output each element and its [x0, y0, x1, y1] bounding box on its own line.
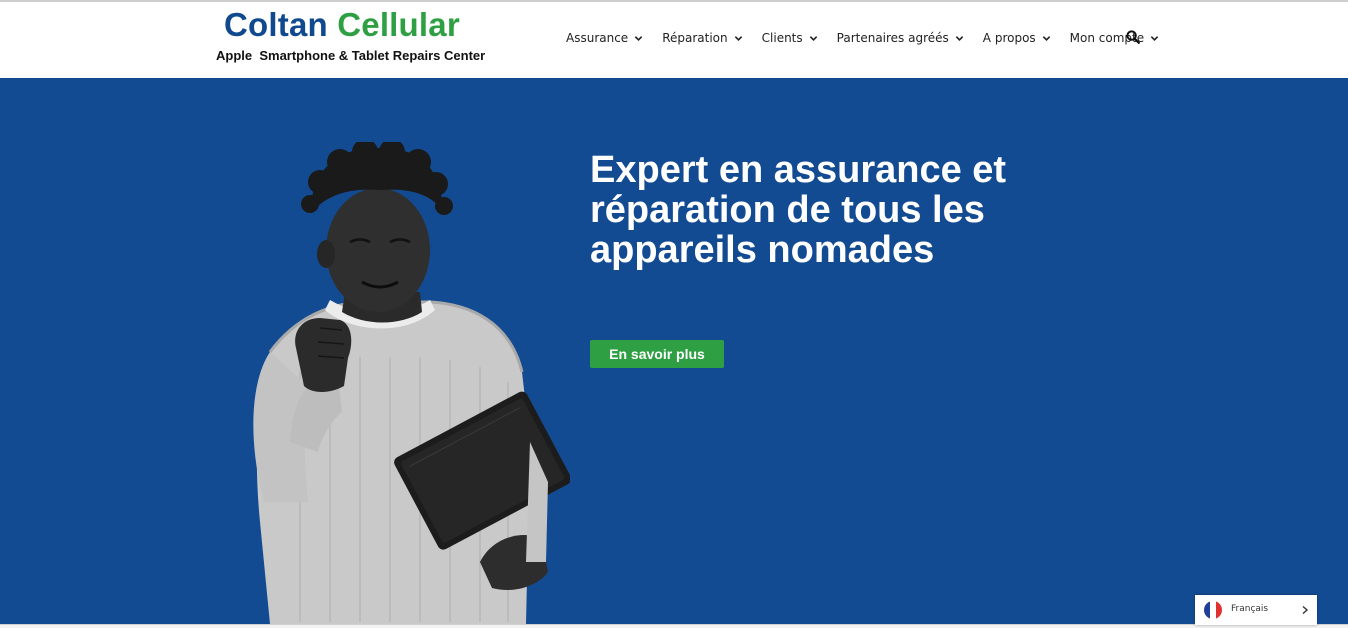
france-flag-icon — [1204, 601, 1222, 619]
chevron-down-icon — [955, 35, 964, 41]
logo-title-word1: Coltan — [224, 6, 328, 43]
nav-item-a-propos[interactable]: A propos — [983, 31, 1051, 45]
learn-more-button[interactable]: En savoir plus — [590, 340, 724, 368]
nav-item-label: Assurance — [566, 31, 629, 45]
language-label: Français — [1231, 604, 1269, 614]
chevron-right-icon — [1302, 605, 1309, 615]
nav-item-assurance[interactable]: Assurance — [566, 31, 643, 45]
chevron-down-icon — [1042, 35, 1050, 41]
hero-title: Expert en assurance et réparation de tou… — [590, 149, 1007, 271]
hero-banner: Expert en assurance et réparation de tou… — [0, 78, 1348, 624]
language-switcher[interactable]: Français — [1195, 595, 1317, 625]
chevron-down-icon — [734, 35, 742, 41]
chevron-down-icon — [1150, 35, 1159, 41]
logo-title: Coltan Cellular — [224, 6, 460, 44]
nav-item-label: Clients — [761, 31, 803, 45]
nav-item-reparation[interactable]: Réparation — [662, 31, 742, 45]
logo-subtitle: Apple Smartphone & Tablet Repairs Center — [216, 48, 486, 63]
chevron-down-icon — [634, 35, 643, 41]
nav-item-mon-compte[interactable]: Mon compte — [1070, 31, 1159, 45]
nav-item-label: A propos — [982, 31, 1036, 45]
search-icon[interactable] — [1126, 30, 1140, 44]
main-nav: Assurance Réparation Clients Partenaires… — [566, 28, 1178, 48]
nav-item-label: Réparation — [662, 31, 728, 45]
site-header: Coltan Cellular Apple Smartphone & Table… — [0, 2, 1348, 78]
nav-item-clients[interactable]: Clients — [762, 31, 818, 45]
site-logo[interactable]: Coltan Cellular Apple Smartphone & Table… — [216, 6, 506, 68]
nav-item-partenaires[interactable]: Partenaires agréés — [837, 31, 964, 45]
nav-item-label: Partenaires agréés — [836, 31, 949, 45]
chevron-down-icon — [809, 35, 817, 41]
logo-title-word2: Cellular — [337, 6, 460, 43]
bottom-divider — [0, 624, 1348, 628]
hero-person-image — [253, 142, 570, 624]
